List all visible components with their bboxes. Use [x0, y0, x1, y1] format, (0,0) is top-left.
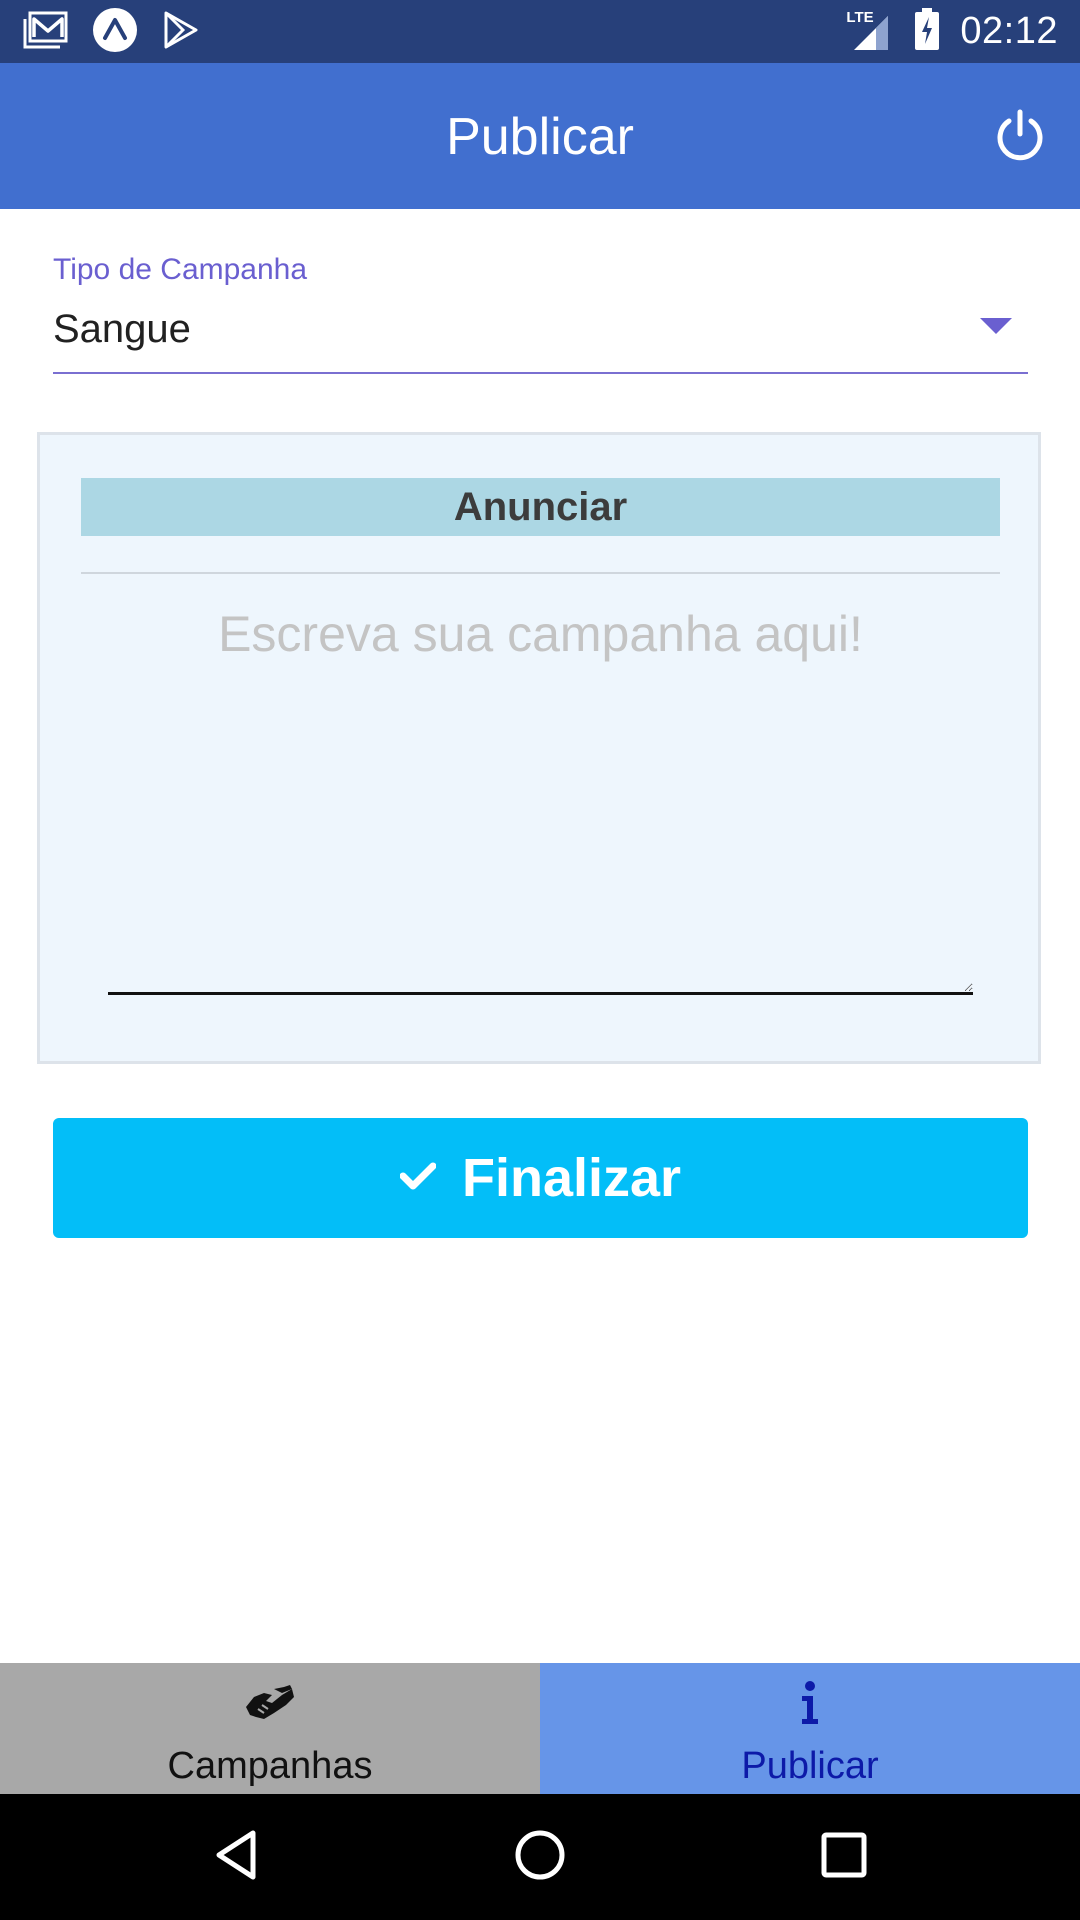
card-divider: [81, 572, 1000, 574]
check-icon: [399, 1161, 437, 1196]
system-nav-bar: [0, 1794, 1080, 1920]
tab-publicar-label: Publicar: [741, 1745, 879, 1787]
campaign-type-select[interactable]: Tipo de Campanha Sangue: [53, 248, 1028, 374]
card-header: Anunciar: [81, 478, 1000, 536]
handshake-icon: [0, 1679, 540, 1727]
status-time: 02:12: [960, 10, 1058, 52]
info-icon: [540, 1679, 1080, 1727]
app-bar: Publicar: [0, 63, 1080, 209]
notification-icons: [22, 7, 200, 55]
campaign-text-input[interactable]: [108, 605, 973, 995]
logout-button[interactable]: [990, 107, 1050, 167]
page-title: Publicar: [446, 108, 634, 166]
bottom-tab-bar: Campanhas Publicar: [0, 1663, 1080, 1794]
recents-square-icon: [821, 1832, 867, 1883]
back-button[interactable]: [206, 1827, 266, 1887]
gmail-icon: [22, 11, 68, 54]
tab-publicar[interactable]: Publicar: [540, 1663, 1080, 1794]
finish-button[interactable]: Finalizar: [53, 1118, 1028, 1238]
campaign-type-label: Tipo de Campanha: [53, 253, 308, 286]
tab-campanhas-label: Campanhas: [167, 1745, 373, 1787]
dropdown-arrow-icon: [980, 318, 1012, 334]
home-button[interactable]: [510, 1827, 570, 1887]
tab-campanhas[interactable]: Campanhas: [0, 1663, 540, 1794]
lte-signal-icon: LTE: [846, 10, 894, 52]
status-bar: LTE 02:12: [0, 0, 1080, 63]
system-indicators: LTE 02:12: [846, 7, 1058, 55]
battery-charging-icon: [914, 7, 940, 55]
home-circle-icon: [514, 1829, 566, 1886]
play-store-icon: [162, 10, 200, 55]
back-triangle-icon: [213, 1829, 259, 1886]
finish-button-label: Finalizar: [461, 1148, 682, 1208]
power-icon: [994, 109, 1046, 166]
expo-icon: [92, 7, 138, 58]
recents-button[interactable]: [814, 1827, 874, 1887]
announcement-card: Anunciar: [37, 432, 1041, 1064]
campaign-type-value: Sangue: [53, 307, 191, 351]
